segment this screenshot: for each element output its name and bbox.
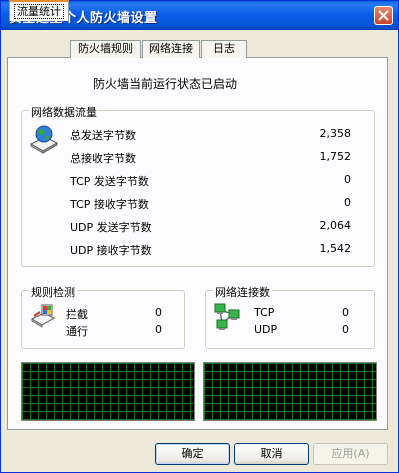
traffic-row-label: TCP 接收字节数 [70, 198, 149, 211]
connections-row-value: 0 [342, 306, 349, 319]
firewall-status: 防火墙当前运行状态已启动 [93, 77, 238, 91]
connections-row-value: 0 [342, 323, 349, 336]
close-icon [378, 10, 389, 21]
traffic-row-value: 0 [344, 196, 351, 209]
tab-traffic[interactable]: 流量统计 [9, 0, 69, 21]
tab-connections-label: 网络连接 [149, 42, 193, 55]
tab-firewall-rules-label: 防火墙规则 [78, 42, 133, 55]
connections-group-title: 网络连接数 [213, 284, 272, 300]
network-nodes-icon [214, 303, 240, 330]
network-globe-icon [29, 125, 59, 154]
cancel-button[interactable]: 取消 [234, 443, 309, 465]
traffic-row-value: 2,358 [319, 127, 352, 140]
tab-traffic-label: 流量统计 [14, 4, 64, 19]
traffic-row-label: 总发送字节数 [70, 129, 136, 142]
close-button[interactable] [374, 6, 393, 25]
traffic-row-value: 1,542 [319, 242, 352, 255]
traffic-group-title: 网络数据流量 [29, 104, 99, 120]
traffic-row-label: TCP 发送字节数 [70, 175, 149, 188]
tab-log-label: 日志 [213, 42, 235, 55]
traffic-row-value: 0 [344, 173, 351, 186]
apply-button[interactable]: 应用(A) [313, 443, 388, 465]
tab-log[interactable]: 日志 [201, 40, 247, 58]
rules-row-value: 0 [155, 323, 162, 336]
traffic-row-label: UDP 发送字节数 [70, 221, 152, 234]
tab-connections[interactable]: 网络连接 [142, 40, 200, 58]
traffic-monitor-graph [21, 362, 195, 421]
traffic-row-label: 总接收字节数 [70, 152, 136, 165]
connection-monitor-graph [203, 362, 377, 421]
ok-button[interactable]: 确定 [155, 443, 230, 465]
rules-group-title: 规则检测 [29, 284, 77, 300]
tab-firewall-rules[interactable]: 防火墙规则 [70, 40, 141, 58]
rule-check-icon [30, 304, 56, 328]
traffic-row-value: 2,064 [319, 219, 352, 232]
rules-row-value: 0 [155, 306, 162, 319]
traffic-row-label: UDP 接收字节数 [70, 244, 152, 257]
traffic-row-value: 1,752 [319, 150, 352, 163]
